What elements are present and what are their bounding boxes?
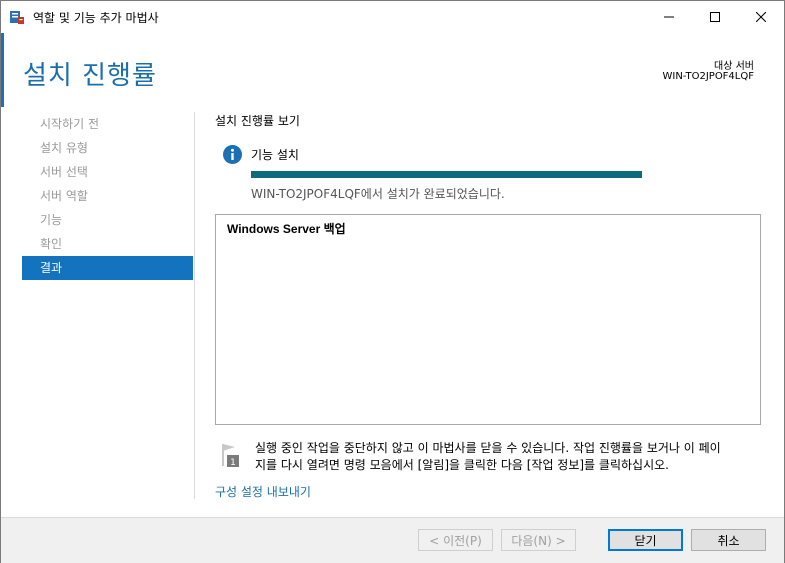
note-line-1: 실행 중인 작업을 중단하지 않고 이 마법사를 닫을 수 있습니다. 작업 진… [255,441,721,455]
nav-item-server-roles: 서버 역할 [40,189,88,203]
wizard-nav: 시작하기 전 설치 유형 서버 선택 서버 역할 기능 확인 결과 [22,112,193,280]
close-button[interactable]: 닫기 [608,529,683,551]
install-progress-bar [251,171,642,178]
title-bar: 역할 및 기능 추가 마법사 [1,1,784,33]
info-icon [223,145,242,164]
minimize-button[interactable] [646,1,692,33]
window-title: 역할 및 기능 추가 마법사 [33,11,159,25]
list-item: Windows Server 백업 [227,222,346,236]
cancel-button[interactable]: 취소 [691,529,766,551]
maximize-button[interactable] [692,1,738,33]
target-server-name: WIN-TO2JPOF4LQF [662,71,754,82]
nav-item-before-you-begin: 시작하기 전 [40,117,100,131]
close-window-button[interactable] [738,1,784,33]
section-title: 설치 진행률 보기 [215,114,300,128]
server-manager-icon [9,9,25,25]
feature-install-label: 기능 설치 [251,148,299,162]
nav-item-confirmation: 확인 [40,237,63,251]
next-button[interactable]: 다음(N) > [501,529,576,551]
notification-flag-icon: 1 [219,442,241,470]
close-wizard-note: 실행 중인 작업을 중단하지 않고 이 마법사를 닫을 수 있습니다. 작업 진… [255,440,765,474]
nav-item-installation-type: 설치 유형 [40,141,88,155]
flag-badge-count: 1 [230,458,236,468]
note-line-2: 지를 다시 열려면 명령 모음에서 [알림]을 클릭한 다음 [작업 정보]를 … [255,458,669,472]
nav-item-features: 기능 [40,213,63,227]
install-status: WIN-TO2JPOF4LQF에서 설치가 완료되었습니다. [251,187,505,201]
nav-item-server-selection: 서버 선택 [40,165,88,179]
accent-edge [1,33,4,107]
progress-fill [251,171,642,178]
previous-button[interactable]: < 이전(P) [418,529,493,551]
nav-item-results[interactable]: 결과 [22,256,193,280]
nav-divider [194,112,195,499]
export-settings-link[interactable]: 구성 설정 내보내기 [215,483,311,500]
wizard-window: 역할 및 기능 추가 마법사 설치 진행률 대상 서버 WIN-TO2JPOF4… [0,0,785,563]
results-list[interactable]: Windows Server 백업 [215,214,761,425]
button-bar: < 이전(P) 다음(N) > 닫기 취소 [1,517,784,563]
page-title: 설치 진행률 [23,61,157,91]
target-server-label: 대상 서버 [714,61,754,72]
